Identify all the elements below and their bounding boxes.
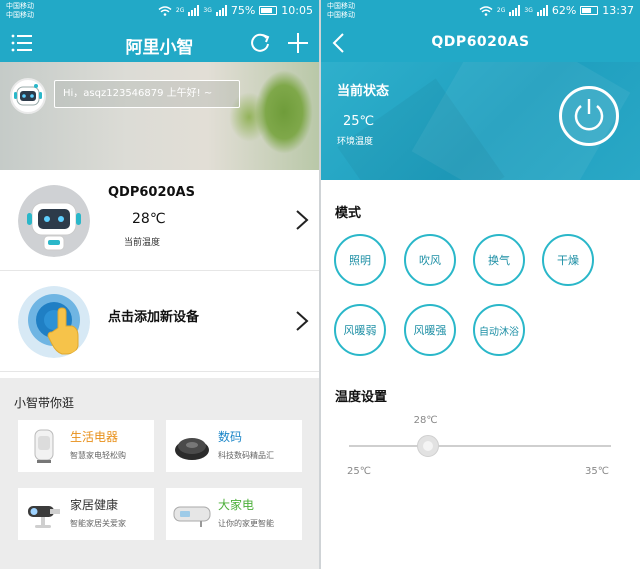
slider-value-label: 28℃ bbox=[413, 415, 438, 426]
battery-icon bbox=[580, 6, 599, 15]
network-type-1: 2G bbox=[496, 7, 506, 14]
slider-min-label: 25℃ bbox=[347, 466, 371, 477]
device-name: QDP6020AS bbox=[108, 185, 195, 200]
temperature-slider-handle[interactable] bbox=[416, 435, 439, 457]
app-title: 阿里小智 bbox=[125, 38, 194, 58]
category-card-appliances[interactable]: 生活电器 智慧家电轻松购 bbox=[18, 420, 154, 472]
chevron-right-icon bbox=[296, 210, 309, 230]
app-bar: QDP6020AS bbox=[321, 24, 640, 62]
tap-add-icon bbox=[18, 286, 90, 358]
network-type-2: 3G bbox=[524, 7, 533, 14]
wifi-icon bbox=[479, 5, 493, 16]
power-button[interactable] bbox=[559, 86, 619, 146]
mode-button-ventilate[interactable]: 换气 bbox=[473, 234, 525, 286]
mode-button-auto-bath[interactable]: 自动沐浴 bbox=[473, 304, 525, 356]
mode-section-title: 模式 bbox=[335, 206, 362, 221]
category-title: 大家电 bbox=[218, 498, 255, 512]
device-control-screen: 中国移动 中国移动 2G 3G 62% 13:37 QDP6020AS 当前状态… bbox=[321, 0, 640, 569]
carrier-1: 中国移动 bbox=[6, 2, 34, 10]
carrier-info: 中国移动 中国移动 bbox=[327, 2, 355, 20]
device-temperature-label: 当前温度 bbox=[124, 238, 161, 248]
network-type-2: 3G bbox=[203, 7, 212, 14]
clock: 13:37 bbox=[602, 4, 634, 17]
chevron-right-icon bbox=[296, 311, 309, 331]
category-card-home-health[interactable]: 家居健康 智能家居关爱家 bbox=[18, 488, 154, 540]
category-title: 家居健康 bbox=[70, 498, 119, 512]
add-device-avatar bbox=[18, 286, 90, 358]
battery-icon bbox=[259, 6, 278, 15]
carrier-2: 中国移动 bbox=[6, 11, 34, 19]
ambient-temperature: 25℃ bbox=[343, 114, 375, 129]
robot-avatar-icon bbox=[14, 84, 42, 106]
category-subtitle: 让你的家更智能 bbox=[218, 519, 274, 528]
signal-icon bbox=[215, 5, 227, 16]
category-card-large-appliances[interactable]: 大家电 让你的家更智能 bbox=[166, 488, 302, 540]
clock: 10:05 bbox=[281, 4, 313, 17]
browse-section: 小智带你逛 生活电器 智慧家电轻松购 数码 科技数码精品汇 家居健康 智能家居关… bbox=[0, 378, 319, 569]
air-purifier-icon bbox=[34, 429, 54, 463]
device-avatar bbox=[18, 185, 90, 257]
mode-button-heat-high[interactable]: 风暖强 bbox=[404, 304, 456, 356]
water-heater-icon bbox=[173, 506, 211, 527]
mode-button-heat-low[interactable]: 风暖弱 bbox=[334, 304, 386, 356]
category-title: 生活电器 bbox=[70, 430, 119, 444]
status-indicators: 2G 3G 62% 13:37 bbox=[479, 4, 634, 17]
temperature-section-title: 温度设置 bbox=[335, 390, 388, 405]
add-device-label: 点击添加新设备 bbox=[108, 310, 200, 325]
signal-icon bbox=[509, 5, 521, 16]
network-type-1: 2G bbox=[175, 7, 185, 14]
signal-icon bbox=[536, 5, 548, 16]
temperature-slider-track[interactable] bbox=[349, 445, 611, 447]
category-subtitle: 智能家居关爱家 bbox=[70, 519, 126, 528]
battery-percent: 75% bbox=[230, 4, 256, 17]
camera-icon bbox=[28, 506, 60, 528]
speaker-icon bbox=[175, 438, 209, 460]
welcome-banner: Hi，asqz123546879 上午好! ~ bbox=[0, 62, 319, 170]
greeting-box: Hi，asqz123546879 上午好! ~ bbox=[54, 80, 240, 108]
category-subtitle: 智慧家电轻松购 bbox=[70, 451, 126, 460]
carrier-2: 中国移动 bbox=[327, 11, 355, 19]
plant-decoration bbox=[255, 70, 313, 154]
status-bar: 中国移动 中国移动 2G 3G 75% 10:05 bbox=[0, 0, 319, 24]
carrier-info: 中国移动 中国移动 bbox=[6, 2, 34, 20]
mode-button-blow[interactable]: 吹风 bbox=[404, 234, 456, 286]
wifi-icon bbox=[158, 5, 172, 16]
add-icon[interactable] bbox=[287, 32, 309, 54]
refresh-icon[interactable] bbox=[249, 32, 271, 54]
slider-max-label: 35℃ bbox=[585, 466, 609, 477]
power-icon bbox=[574, 99, 604, 131]
ambient-temperature-label: 环境温度 bbox=[337, 137, 374, 147]
category-card-digital[interactable]: 数码 科技数码精品汇 bbox=[166, 420, 302, 472]
current-state-label: 当前状态 bbox=[337, 84, 390, 99]
category-title: 数码 bbox=[218, 430, 243, 444]
mode-button-lighting[interactable]: 照明 bbox=[334, 234, 386, 286]
device-temperature: 28℃ bbox=[132, 211, 166, 227]
home-screen: 中国移动 中国移动 2G 3G 75% 10:05 阿里小智 Hi，asqz12… bbox=[0, 0, 319, 569]
status-indicators: 2G 3G 75% 10:05 bbox=[158, 4, 313, 17]
device-list-item[interactable]: QDP6020AS 28℃ 当前温度 bbox=[0, 171, 319, 271]
app-bar: 阿里小智 bbox=[0, 24, 319, 62]
avatar[interactable] bbox=[10, 78, 46, 114]
robot-device-icon bbox=[18, 185, 90, 257]
battery-percent: 62% bbox=[551, 4, 577, 17]
device-title: QDP6020AS bbox=[431, 34, 530, 50]
browse-title: 小智带你逛 bbox=[14, 396, 75, 410]
mode-button-dry[interactable]: 干燥 bbox=[542, 234, 594, 286]
add-device-item[interactable]: 点击添加新设备 bbox=[0, 272, 319, 372]
status-bar: 中国移动 中国移动 2G 3G 62% 13:37 bbox=[321, 0, 640, 24]
signal-icon bbox=[188, 5, 200, 16]
carrier-1: 中国移动 bbox=[327, 2, 355, 10]
category-subtitle: 科技数码精品汇 bbox=[218, 451, 274, 460]
status-panel: 当前状态 25℃ 环境温度 bbox=[321, 62, 640, 180]
